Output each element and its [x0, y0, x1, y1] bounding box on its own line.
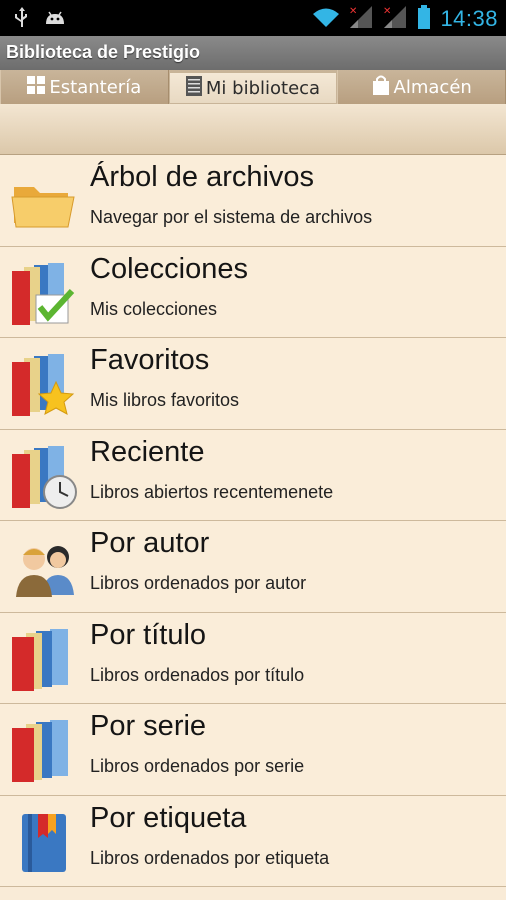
signal-icon-1: ✕ [348, 5, 374, 33]
item-subtitle: Mis libros favoritos [90, 390, 240, 410]
svg-text:✕: ✕ [349, 6, 357, 17]
tab-almacen[interactable]: Almacén [337, 70, 506, 104]
list-item-reciente[interactable]: Reciente Libros abiertos recentemenete [0, 429, 506, 521]
status-bar: ✕ ✕ 14:38 [0, 0, 506, 36]
list-item-etiqueta[interactable]: Por etiqueta Libros ordenados por etique… [0, 795, 506, 887]
tagged-book-icon [10, 810, 78, 876]
list-item-serie[interactable]: Por serie Libros ordenados por serie [0, 704, 506, 796]
tab-label: Almacén [393, 76, 472, 98]
item-title: Por etiqueta [90, 801, 247, 834]
item-subtitle: Mis colecciones [90, 298, 218, 319]
tab-mi-biblioteca[interactable]: Mi biblioteca [168, 72, 338, 104]
books-series-icon [10, 718, 78, 784]
tab-estanteria[interactable]: Estantería [0, 70, 169, 104]
books-icon [10, 627, 78, 693]
tab-label: Estantería [49, 76, 142, 98]
item-subtitle: Libros abiertos recentemenete [90, 481, 334, 502]
clock: 14:38 [440, 6, 498, 31]
tab-bar: Estantería Mi biblioteca Almacén [0, 70, 506, 104]
tab-label: Mi biblioteca [205, 77, 321, 99]
folder-icon [10, 169, 78, 235]
item-subtitle: Libros ordenados por etiqueta [90, 847, 330, 868]
app-title: Biblioteca de Prestigio [6, 42, 201, 62]
item-title: Colecciones [90, 252, 248, 285]
books-check-icon [10, 261, 78, 327]
item-subtitle: Libros ordenados por título [90, 664, 305, 685]
item-title: Por título [90, 618, 207, 651]
list-item-colecciones[interactable]: Colecciones Mis colecciones [0, 246, 506, 338]
svg-text:✕: ✕ [383, 6, 391, 17]
grid-icon [27, 75, 46, 99]
signal-icon-2: ✕ [382, 5, 408, 33]
list-item-arbol[interactable]: Árbol de archivos Navegar por el sistema… [0, 155, 506, 247]
books-star-icon [10, 352, 78, 418]
item-subtitle: Libros ordenados por serie [90, 756, 305, 776]
list-icon [185, 75, 202, 101]
item-title: Por autor [90, 527, 210, 559]
battery-icon [416, 4, 432, 34]
usb-icon [14, 6, 30, 32]
android-icon [44, 8, 66, 30]
header-strip [0, 104, 506, 155]
item-title: Reciente [90, 435, 205, 468]
bag-icon [372, 75, 390, 100]
item-subtitle: Libros ordenados por autor [90, 573, 307, 593]
item-subtitle: Navegar por el sistema de archivos [90, 207, 373, 227]
list-item-titulo[interactable]: Por título Libros ordenados por título [0, 612, 506, 704]
item-title: Árbol de archivos [90, 161, 315, 193]
title-bar: Biblioteca de Prestigio [0, 36, 506, 70]
wifi-icon [312, 6, 340, 32]
item-title: Por serie [90, 710, 207, 742]
authors-icon [10, 535, 78, 601]
item-title: Favoritos [90, 344, 210, 376]
list-item-favoritos[interactable]: Favoritos Mis libros favoritos [0, 338, 506, 430]
library-list: Árbol de archivos Navegar por el sistema… [0, 155, 506, 887]
list-item-autor[interactable]: Por autor Libros ordenados por autor [0, 521, 506, 613]
books-clock-icon [10, 444, 78, 510]
